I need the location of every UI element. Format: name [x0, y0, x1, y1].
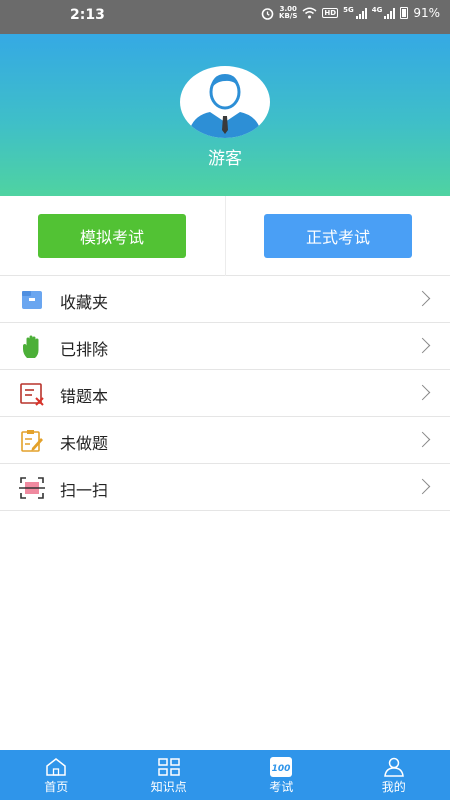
tab-home-label: 首页 — [44, 780, 69, 794]
signal-icon — [355, 7, 367, 19]
chevron-right-icon — [414, 431, 431, 448]
tab-exam[interactable]: 100 考试 — [225, 750, 338, 800]
wrong-book-label: 错题本 — [60, 387, 109, 406]
list-item-undone[interactable]: 未做题 — [0, 417, 450, 464]
scan-label: 扫一扫 — [60, 481, 109, 500]
profile-header: 游客 — [0, 34, 450, 196]
exam-divider — [225, 196, 226, 276]
wrong-book-icon — [20, 383, 44, 406]
grid-icon — [158, 758, 180, 776]
network-5g-label: 5G — [343, 6, 354, 14]
chevron-right-icon — [414, 478, 431, 495]
list-item-favorites[interactable]: 收藏夹 — [0, 276, 450, 323]
status-bar: 2:13 3.00 KB/S HD 5G 4G 91% — [0, 0, 450, 34]
status-time: 2:13 — [70, 7, 105, 23]
hd-badge: HD — [322, 8, 339, 18]
tab-knowledge[interactable]: 知识点 — [113, 750, 226, 800]
list-item-excluded[interactable]: 已排除 — [0, 323, 450, 370]
exam-icon-badge: 100 — [272, 764, 291, 774]
chevron-right-icon — [414, 384, 431, 401]
list-item-scan[interactable]: 扫一扫 — [0, 464, 450, 511]
undone-label: 未做题 — [60, 434, 109, 453]
chevron-right-icon — [414, 337, 431, 354]
edit-note-icon — [21, 430, 43, 452]
chevron-right-icon — [414, 290, 431, 307]
tab-mine[interactable]: 我的 — [338, 750, 450, 800]
tab-mine-label: 我的 — [381, 780, 406, 794]
scan-icon — [19, 477, 45, 499]
alarm-icon — [261, 7, 274, 20]
menu-list: 收藏夹 已排除 错题本 未做题 扫一扫 — [0, 276, 450, 511]
network-4g-label: 4G — [371, 6, 383, 14]
home-icon — [46, 758, 66, 776]
exam-100-icon: 100 — [270, 757, 293, 777]
battery-icon — [400, 7, 409, 19]
wifi-icon — [302, 7, 317, 19]
status-indicators: 3.00 KB/S HD 5G 4G 91% — [261, 6, 440, 20]
tab-exam-label: 考试 — [269, 780, 294, 794]
folder-icon — [22, 291, 42, 309]
bottom-tab-bar: 首页 知识点 100 考试 我的 — [0, 750, 450, 800]
network-speed: 3.00 KB/S — [279, 6, 297, 20]
hand-icon — [23, 335, 39, 358]
user-avatar-icon[interactable] — [180, 66, 270, 138]
user-icon — [383, 757, 404, 777]
speed-unit: KB/S — [279, 12, 298, 20]
mock-exam-button[interactable]: 模拟考试 — [38, 214, 186, 258]
tab-knowledge-label: 知识点 — [150, 780, 187, 794]
battery-percent: 91% — [413, 6, 440, 20]
username-label: 游客 — [208, 149, 242, 169]
formal-exam-button[interactable]: 正式考试 — [264, 214, 412, 258]
list-item-wrong-book[interactable]: 错题本 — [0, 370, 450, 417]
exam-buttons-row: 模拟考试 正式考试 — [0, 196, 450, 276]
favorites-label: 收藏夹 — [60, 293, 109, 312]
signal-icon-2 — [384, 7, 396, 19]
excluded-label: 已排除 — [60, 340, 109, 359]
tab-home[interactable]: 首页 — [0, 750, 113, 800]
